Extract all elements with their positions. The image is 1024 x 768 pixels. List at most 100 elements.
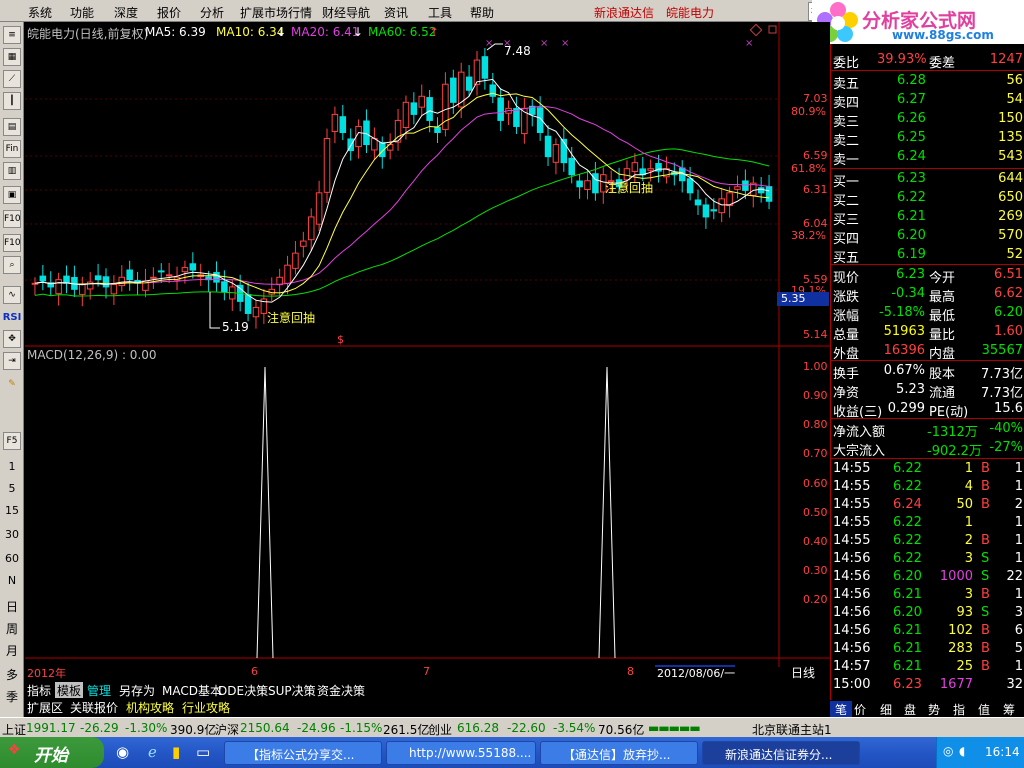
list-icon[interactable]: ≡ [3,26,21,44]
panel-tab-trades[interactable]: 笔 [830,701,852,717]
tick-row[interactable]: 15:00 6.23 1677 32 [831,676,1024,694]
period-quarter[interactable]: 季 [2,688,22,705]
candle-icon[interactable]: ┃ [3,92,21,110]
chart-icon[interactable]: ▥ [3,162,21,180]
period-n[interactable]: N [2,574,22,587]
tab-indicator[interactable]: 指标 [27,682,51,699]
tray-icon-network[interactable]: ◎ [943,744,953,758]
fund-row[interactable]: 净资 5.23 流通 7.73亿 [831,381,1024,401]
ask-row[interactable]: 卖四 6.27 54 [831,91,1024,111]
tick-row[interactable]: 14:56 6.21 283 B 5 [831,640,1024,658]
desktop-icon[interactable]: ▭ [196,743,210,761]
menu-item-ext-market[interactable]: 扩展市场行情 [240,4,312,21]
grid-icon[interactable]: ▦ [3,48,21,66]
table-icon[interactable]: ▤ [3,118,21,136]
period-f5[interactable]: F5 [3,432,21,450]
tab-fund[interactable]: 资金决策 [317,682,365,699]
flow-row[interactable]: 净流入额 -1312万 -40% [831,420,1024,440]
tick-row[interactable]: 14:56 6.21 102 B 6 [831,622,1024,640]
tick-row[interactable]: 14:55 6.22 4 B 1 [831,478,1024,496]
tab-sup[interactable]: SUP决策 [268,682,316,699]
menu-item-function[interactable]: 功能 [70,4,94,21]
bid-row[interactable]: 买三 6.21 269 [831,208,1024,228]
menu-item-help[interactable]: 帮助 [470,4,494,21]
period-day[interactable]: 日 [2,598,22,615]
tick-row[interactable]: 14:55 6.24 50 B 2 [831,496,1024,514]
tick-row[interactable]: 14:56 6.20 1000 S 22 [831,568,1024,586]
tick-row[interactable]: 14:56 6.21 3 B 1 [831,586,1024,604]
tab-related-quote[interactable]: 关联报价 [70,699,118,716]
task-browser-55188[interactable]: http://www.55188.... [386,741,536,765]
ie-icon[interactable]: ℯ [148,743,157,761]
bid-row[interactable]: 买一 6.23 644 [831,170,1024,190]
task-sina-tdx[interactable]: 新浪通达信证券分... [702,741,860,765]
kline-chart-area[interactable]: × × × × × 皖能电力(日线,前复权) MA5: 6.39 MA10: 6.34… [25,22,830,697]
fund-row[interactable]: 换手 0.67% 股本 7.73亿 [831,362,1024,382]
ask-row[interactable]: 卖一 6.24 543 [831,148,1024,168]
period-30min[interactable]: 30 [2,528,22,541]
tab-dde[interactable]: DDE决策 [218,682,268,699]
task-formula-share[interactable]: 【指标公式分享交... [224,741,382,765]
ask-row[interactable]: 卖三 6.26 150 [831,110,1024,130]
quote-row[interactable]: 涨跌 -0.34 最高 6.62 [831,285,1024,305]
quote-row[interactable]: 涨幅 -5.18% 最低 6.20 [831,304,1024,324]
menu-item-finance-nav[interactable]: 财经导航 [322,4,370,21]
tick-row[interactable]: 14:55 6.22 1 B 1 [831,460,1024,478]
rsi-button[interactable]: RSI [2,312,22,323]
period-5min[interactable]: 5 [2,482,22,495]
quote-row[interactable]: 外盘 16396 内盘 35567 [831,342,1024,362]
f10b-icon[interactable]: F10 [3,234,21,252]
tab-industry[interactable]: 行业攻略 [182,699,230,716]
period-month[interactable]: 月 [2,642,22,659]
tick-row[interactable]: 14:55 6.22 2 B 1 [831,532,1024,550]
tick-row[interactable]: 14:55 6.22 1 1 [831,514,1024,532]
flow-row[interactable]: 大宗流入 -902.2万 -27% [831,439,1024,459]
export-icon[interactable]: ⇥ [3,352,21,370]
tick-row[interactable]: 14:56 6.22 3 S 1 [831,550,1024,568]
bid-row[interactable]: 买四 6.20 570 [831,227,1024,247]
panel-tab-price[interactable]: 价 [854,701,866,718]
panel-tab-book[interactable]: 盘 [904,701,916,718]
panel-tab-detail[interactable]: 细 [880,701,892,718]
period-60min[interactable]: 60 [2,552,22,565]
start-button[interactable]: ❖ 开始 [0,737,104,768]
tab-save-as[interactable]: 另存为 [119,682,155,699]
menu-item-analysis[interactable]: 分析 [200,4,224,21]
quicklaunch-icon-3[interactable]: ▮ [172,743,180,761]
calendar-icon[interactable]: ▣ [3,186,21,204]
zoom-icon[interactable]: ⌕ [3,256,21,274]
tab-institution[interactable]: 机构攻略 [126,699,174,716]
period-1min[interactable]: 1 [2,460,22,473]
move-icon[interactable]: ✥ [3,330,21,348]
bid-row[interactable]: 买二 6.22 650 [831,189,1024,209]
menu-item-depth[interactable]: 深度 [114,4,138,21]
ask-row[interactable]: 卖二 6.25 135 [831,129,1024,149]
task-tdx-forum[interactable]: 【通达信】放弃抄... [540,741,698,765]
tab-macd-basic[interactable]: MACD基本 [162,682,222,699]
bid-row[interactable]: 买五 6.19 52 [831,246,1024,266]
indicator-icon[interactable]: ∿ [3,286,21,304]
pencil-icon[interactable]: ✎ [3,376,21,394]
tray-icon-volume[interactable]: ◖ [959,744,965,758]
f10-icon[interactable]: F10 [3,210,21,228]
panel-tab-trend[interactable]: 势 [928,701,940,718]
tab-template[interactable]: 模板 [55,682,84,699]
menu-item-quote[interactable]: 报价 [157,4,181,21]
period-15min[interactable]: 15 [2,504,22,517]
fund-row[interactable]: 收益(三) 0.299 PE(动) 15.6 [831,400,1024,420]
tick-row[interactable]: 14:57 6.21 25 B 1 [831,658,1024,676]
menu-item-system[interactable]: 系统 [28,4,52,21]
panel-tab-index[interactable]: 指 [953,701,965,718]
tick-row[interactable]: 14:56 6.20 93 S 3 [831,604,1024,622]
panel-tab-chips[interactable]: 筹 [1003,701,1015,718]
tab-manage[interactable]: 管理 [87,682,111,699]
panel-tab-value[interactable]: 值 [978,701,990,718]
period-multi[interactable]: 多 [2,666,22,683]
period-week[interactable]: 周 [2,620,22,637]
menu-item-tools[interactable]: 工具 [428,4,452,21]
quote-row[interactable]: 现价 6.23 今开 6.51 [831,266,1024,286]
quote-row[interactable]: 总量 51963 量比 1.60 [831,323,1024,343]
fin-icon[interactable]: Fin [3,140,21,158]
ask-row[interactable]: 卖五 6.28 56 [831,72,1024,92]
line-chart-icon[interactable]: ⟋ [3,70,21,88]
